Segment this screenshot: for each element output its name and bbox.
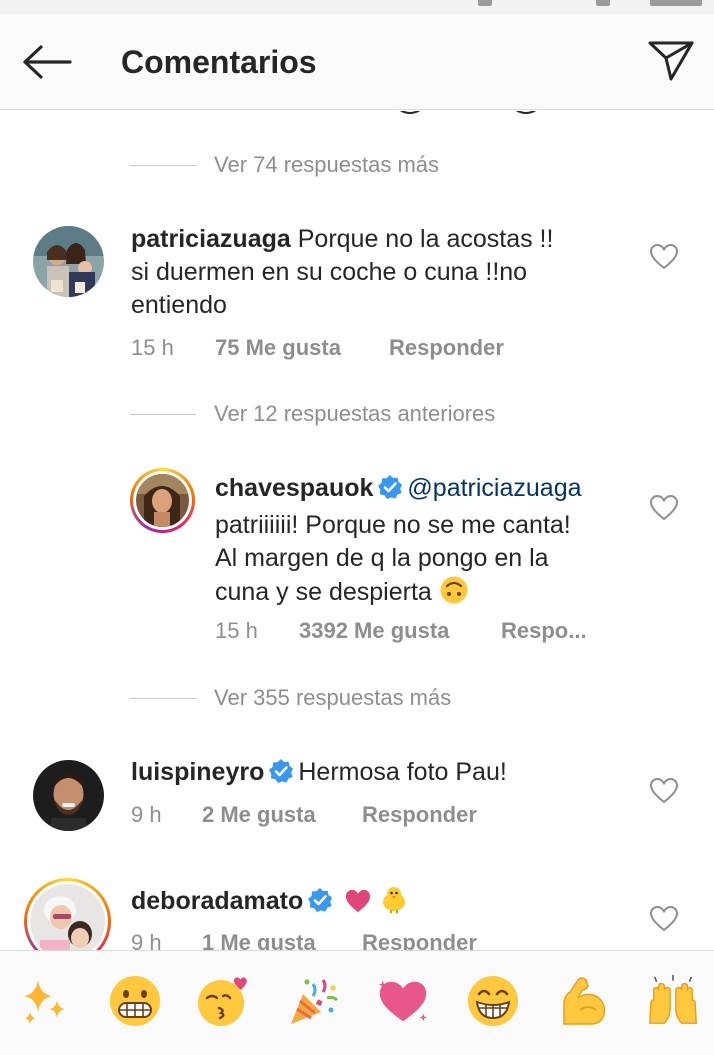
party-popper-icon <box>291 979 339 1024</box>
comment-time: 9 h <box>131 802 162 827</box>
verified-badge-icon <box>377 474 403 509</box>
send-icon <box>648 41 694 81</box>
page-title: Comentarios <box>121 44 317 80</box>
comment-username[interactable]: luispineyro <box>131 758 264 786</box>
heart-outline-icon <box>649 777 679 804</box>
comment-username[interactable]: chavespauok <box>215 474 373 502</box>
comment-body-line: patriiiiii! Porque no se me canta! <box>215 511 571 539</box>
view-more-replies-button[interactable]: Ver 355 respuestas más <box>130 685 451 711</box>
kissing-face-icon <box>198 977 247 1026</box>
comment-time: 15 h <box>215 618 258 643</box>
grimacing-face-icon <box>110 976 160 1026</box>
sparkling-heart-icon <box>378 980 428 1022</box>
status-bar <box>0 0 714 14</box>
like-comment-button[interactable] <box>649 777 679 805</box>
comment-likes[interactable]: 75 Me gusta <box>215 335 389 361</box>
comment-text: luispineyro Hermosa foto Pau! <box>131 756 611 793</box>
avatar[interactable] <box>33 226 104 297</box>
comment-body-line: Hermosa foto Pau! <box>298 758 507 786</box>
back-button[interactable] <box>18 39 76 85</box>
view-more-replies-button[interactable]: Ver 74 respuestas más <box>130 152 439 178</box>
sparkles-icon <box>24 980 65 1024</box>
heart-outline-icon <box>649 494 679 521</box>
comment-meta: 15 h 75 Me gusta Responder <box>131 335 504 361</box>
comment-username[interactable]: deboradamato <box>131 887 303 915</box>
party-popper-emoji-button[interactable] <box>286 973 342 1029</box>
comment-username[interactable]: patriciazuaga <box>131 225 291 253</box>
divider-line <box>130 164 196 166</box>
upside-down-face-emoji <box>439 575 469 614</box>
raising-hands-icon <box>649 974 697 1024</box>
share-button[interactable] <box>644 36 698 86</box>
reply-button[interactable]: Responder <box>362 930 477 950</box>
raising-hands-emoji-button[interactable] <box>645 973 701 1029</box>
top-bar: Comentarios <box>0 14 714 110</box>
like-comment-button[interactable] <box>649 494 679 522</box>
comment-body-line: Al margen de q la pongo en la <box>215 544 549 572</box>
clock-icon <box>650 0 702 6</box>
avatar[interactable] <box>33 760 104 831</box>
heart-emoji-button[interactable] <box>375 973 431 1029</box>
comment-body-line: Porque no la acostas !! <box>297 225 554 253</box>
signal-icon <box>478 0 492 6</box>
battery-icon <box>596 0 610 6</box>
like-comment-button[interactable] <box>649 243 679 271</box>
emoji-quick-bar <box>0 950 714 1055</box>
comment-likes[interactable]: 1 Me gusta <box>202 930 362 950</box>
grinning-face-icon <box>468 976 518 1026</box>
reply-button[interactable]: Responder <box>389 335 504 361</box>
sparkles-emoji-button[interactable] <box>17 973 73 1029</box>
reply-button[interactable]: Respo... <box>501 618 587 644</box>
grinning-face-emoji-button[interactable] <box>465 973 521 1029</box>
heart-outline-icon <box>649 905 679 932</box>
arrow-left-icon <box>23 45 72 79</box>
avatar[interactable] <box>130 468 195 533</box>
flexed-biceps-emoji-button[interactable] <box>555 973 611 1029</box>
flexed-biceps-icon <box>563 977 606 1025</box>
comment-meta: 15 h 3392 Me gusta Respo... <box>215 618 587 644</box>
comment-time: 15 h <box>131 335 174 360</box>
comment-meta: 9 h 1 Me gusta Responder <box>131 930 477 950</box>
comment-body-line: cuna y se despierta <box>215 578 432 606</box>
avatar[interactable] <box>24 878 111 950</box>
avatar-photo <box>136 474 189 527</box>
like-comment-button[interactable] <box>649 905 679 933</box>
comment-text: chavespauok @patriciazuaga patriiiiii! Po… <box>215 472 635 614</box>
comment-body-line: entiendo <box>131 291 227 319</box>
heart-outline-icon <box>649 243 679 270</box>
divider-line <box>130 413 196 415</box>
view-previous-replies-button[interactable]: Ver 12 respuestas anteriores <box>130 401 495 427</box>
comment-text: deboradamato <box>131 884 611 923</box>
kissing-face-emoji-button[interactable] <box>196 973 252 1029</box>
divider-line <box>130 697 196 699</box>
comment-likes[interactable]: 2 Me gusta <box>202 802 362 828</box>
avatar-photo <box>30 884 105 950</box>
avatar-photo <box>33 760 104 831</box>
reply-button[interactable]: Responder <box>362 802 477 828</box>
comment-likes[interactable]: 3392 Me gusta <box>299 618 501 644</box>
baby-chick-emoji <box>379 884 409 923</box>
verified-badge-icon <box>268 758 294 793</box>
view-more-replies-label: Ver 355 respuestas más <box>214 685 452 710</box>
view-previous-replies-label: Ver 12 respuestas anteriores <box>214 401 496 426</box>
comment-time: 9 h <box>131 930 162 950</box>
grimacing-face-emoji-button[interactable] <box>107 973 163 1029</box>
comment-meta: 9 h 2 Me gusta Responder <box>131 802 477 828</box>
avatar-photo <box>33 226 104 297</box>
comment-body-line: si duermen en su coche o cuna !!no <box>131 258 528 286</box>
comment-text: patriciazuaga Porque no la acostas !! si… <box>131 223 611 322</box>
comment-mention-link[interactable]: @patriciazuaga <box>407 474 581 502</box>
view-more-replies-label: Ver 74 respuestas más <box>214 152 440 177</box>
verified-badge-icon <box>307 887 333 922</box>
heart-emoji <box>344 888 372 923</box>
comments-list[interactable]: Ver 74 respuestas más patriciazuaga Porq… <box>0 111 714 950</box>
